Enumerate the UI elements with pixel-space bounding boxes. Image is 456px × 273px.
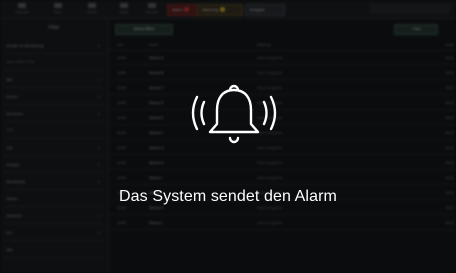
alarm-overlay: Das System sendet den Alarm [0, 0, 456, 273]
bell-ringing-icon [191, 84, 277, 144]
alarm-caption: Das System sendet den Alarm [119, 188, 337, 205]
